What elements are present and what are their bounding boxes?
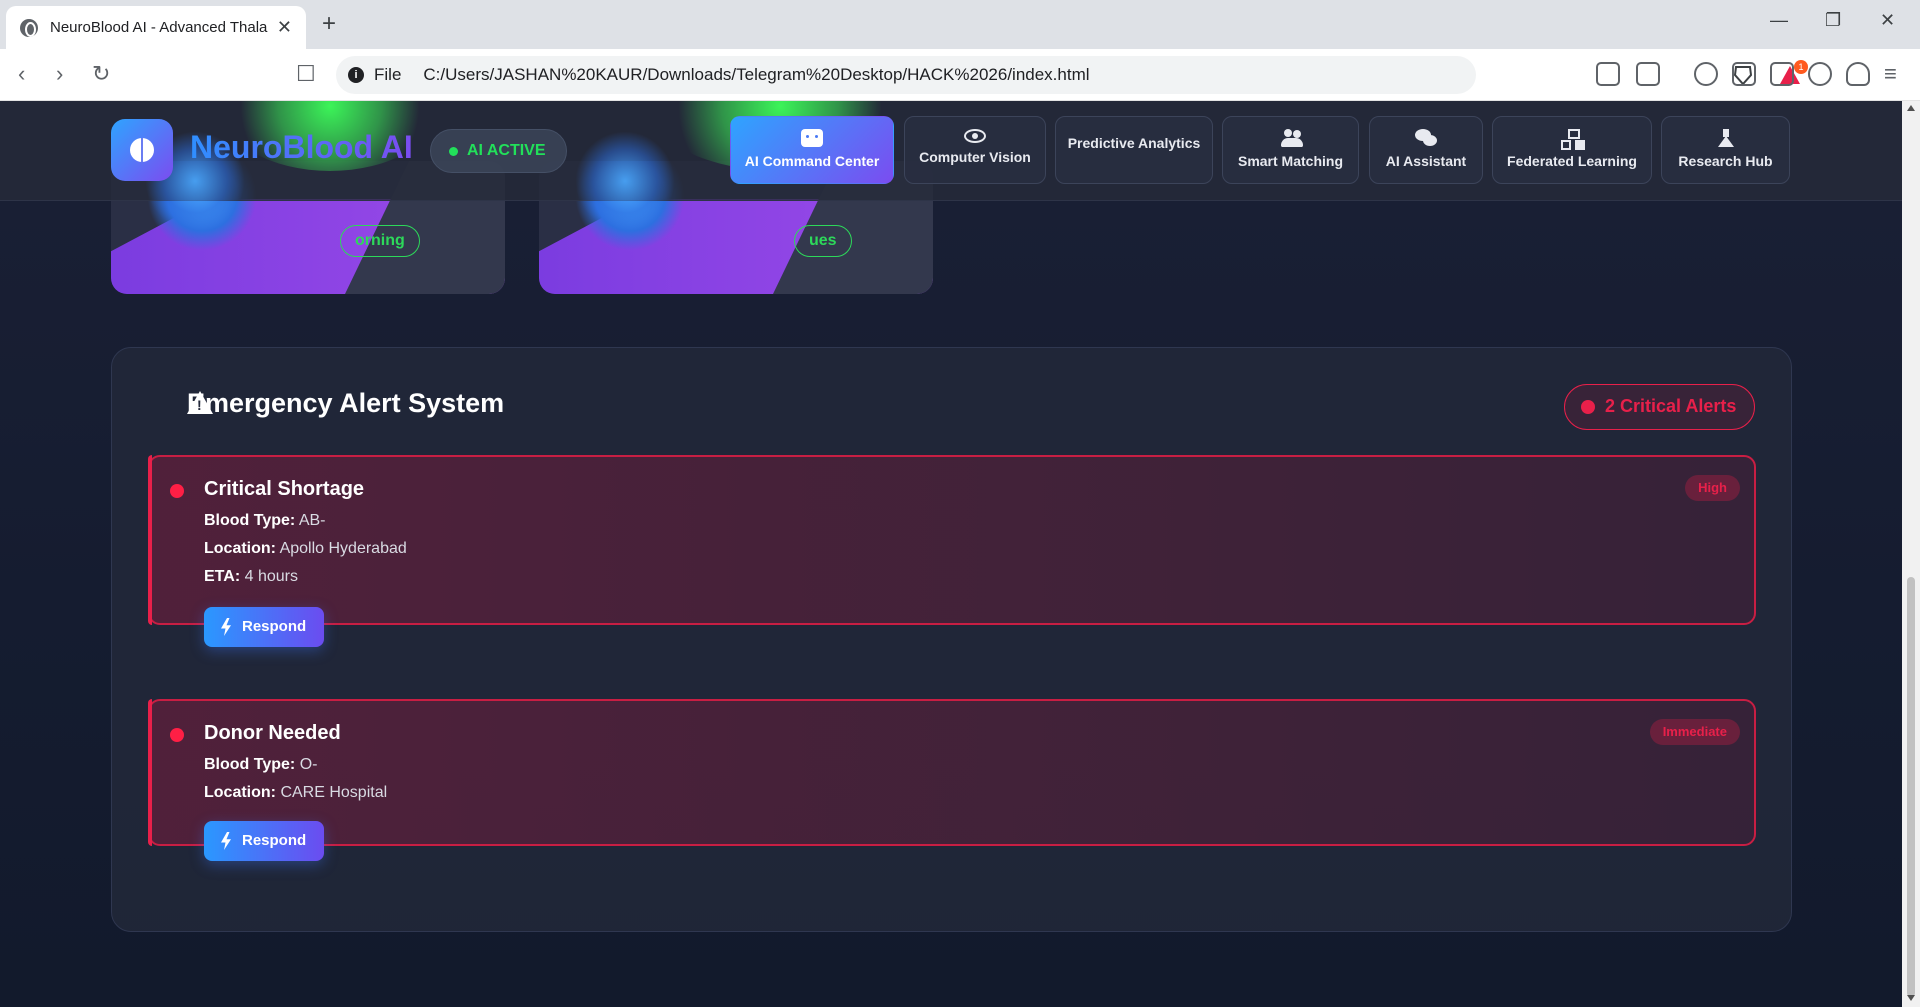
screenshot-icon[interactable]	[1636, 62, 1660, 86]
field-value: AB-	[298, 512, 326, 529]
card-pill: orning	[340, 225, 420, 257]
alert-dot	[1581, 400, 1595, 414]
media-icon[interactable]	[1694, 62, 1718, 86]
brain-logo-icon[interactable]	[111, 119, 173, 181]
respond-button[interactable]: Respond	[204, 607, 325, 647]
leo-ai-icon[interactable]	[1808, 62, 1832, 86]
field-label: Blood Type:	[204, 512, 296, 529]
chat-icon	[1415, 129, 1437, 147]
users-icon	[1280, 129, 1303, 147]
blue-orb	[575, 131, 675, 231]
nav-label: Computer Vision	[919, 149, 1031, 165]
field-label: Location:	[204, 540, 276, 557]
severity-badge: High	[1685, 475, 1740, 501]
minimize-icon[interactable]: —	[1770, 10, 1788, 31]
alert-eta: ETA: 4 hours	[204, 568, 298, 586]
nav-research-hub[interactable]: Research Hub	[1661, 116, 1790, 184]
browser-tab-bar: NeuroBlood AI - Advanced Thala ✕ + — ❐ ✕	[0, 0, 1920, 49]
panel-title-text: Emergency Alert System	[187, 388, 505, 418]
field-label: Location:	[204, 784, 276, 801]
field-value: Apollo Hyderabad	[279, 540, 407, 557]
nav-computer-vision[interactable]: Computer Vision	[904, 116, 1046, 184]
vpn-icon[interactable]	[1846, 62, 1870, 86]
page-scrollbar[interactable]	[1902, 101, 1920, 1007]
alert-title: Donor Needed	[204, 722, 341, 744]
scroll-down-icon[interactable]	[1907, 995, 1915, 1001]
nav-ai-assistant[interactable]: AI Assistant	[1369, 116, 1483, 184]
ai-status-badge: AI ACTIVE	[430, 129, 567, 173]
browser-toolbar: ‹ › ↻ ☐ i File C:/Users/JASHAN%20KAUR/Do…	[0, 49, 1920, 101]
new-tab-button[interactable]: +	[322, 10, 336, 38]
window-close-icon[interactable]: ✕	[1880, 10, 1895, 31]
field-value: O-	[299, 756, 318, 773]
warning-icon	[187, 391, 213, 414]
extensions-icon[interactable]	[1596, 62, 1620, 86]
nav-label: AI Command Center	[744, 153, 880, 169]
alert-blood-type: Blood Type: O-	[204, 756, 317, 774]
eye-icon	[964, 129, 986, 143]
alert-location: Location: Apollo Hyderabad	[204, 540, 407, 558]
back-icon[interactable]: ‹	[18, 61, 25, 87]
tab-title: NeuroBlood AI - Advanced Thala	[50, 19, 268, 36]
nav-predictive-analytics[interactable]: Predictive Analytics	[1055, 116, 1213, 184]
nav-label: Research Hub	[1678, 153, 1773, 169]
rewards-badge: 1	[1794, 60, 1808, 74]
critical-alerts-badge: 2 Critical Alerts	[1564, 384, 1756, 430]
wallet-icon[interactable]	[1770, 62, 1794, 86]
flask-icon	[1715, 129, 1737, 147]
nav-smart-matching[interactable]: Smart Matching	[1222, 116, 1359, 184]
scrollbar-thumb[interactable]	[1907, 577, 1915, 997]
browser-tab[interactable]: NeuroBlood AI - Advanced Thala ✕	[6, 6, 306, 49]
alert-blood-type: Blood Type: AB-	[204, 512, 325, 530]
forward-icon[interactable]: ›	[56, 61, 63, 87]
bookmark-icon[interactable]: ☐	[296, 61, 316, 87]
globe-icon	[20, 18, 38, 37]
address-scheme: File	[374, 65, 402, 84]
brand-name[interactable]: NeuroBlood AI	[190, 129, 413, 166]
field-value: CARE Hospital	[280, 784, 388, 801]
alert-location: Location: CARE Hospital	[204, 784, 387, 802]
field-value: 4 hours	[244, 568, 298, 585]
panel-title: Emergency Alert System	[147, 388, 504, 419]
field-label: ETA:	[204, 568, 241, 585]
reload-icon[interactable]: ↻	[92, 61, 110, 87]
field-label: Blood Type:	[204, 756, 296, 773]
robot-icon	[801, 129, 823, 147]
respond-label: Respond	[242, 832, 307, 849]
sidebar-icon[interactable]	[1732, 62, 1756, 86]
address-url[interactable]: C:/Users/JASHAN%20KAUR/Downloads/Telegra…	[423, 65, 1089, 85]
emergency-alert-panel: Emergency Alert System 2 Critical Alerts…	[111, 347, 1792, 932]
close-tab-icon[interactable]: ✕	[277, 17, 292, 38]
nav-federated-learning[interactable]: Federated Learning	[1492, 116, 1652, 184]
critical-alerts-label: 2 Critical Alerts	[1605, 396, 1737, 416]
ai-status-label: AI ACTIVE	[467, 142, 546, 159]
status-dot	[449, 147, 458, 156]
nav-label: Predictive Analytics	[1067, 135, 1201, 151]
alert-title: Critical Shortage	[204, 478, 365, 500]
menu-icon[interactable]: ≡	[1884, 61, 1897, 87]
nav-ai-command-center[interactable]: AI Command Center	[730, 116, 894, 184]
severity-badge: Immediate	[1649, 719, 1740, 745]
alert-card: Donor Needed Immediate Blood Type: O- Lo…	[148, 699, 1756, 861]
alert-card: Critical Shortage High Blood Type: AB- L…	[148, 455, 1756, 647]
bolt-icon	[221, 832, 231, 850]
alert-dot	[170, 484, 184, 498]
restore-icon[interactable]: ❐	[1825, 10, 1841, 31]
network-icon	[1561, 129, 1583, 150]
bolt-icon	[221, 618, 231, 636]
info-icon[interactable]: i	[348, 67, 364, 83]
respond-label: Respond	[242, 618, 307, 635]
alert-dot	[170, 728, 184, 742]
nav-label: AI Assistant	[1385, 153, 1467, 169]
respond-button[interactable]: Respond	[204, 821, 325, 861]
page-content: orning ues NeuroBlood AI AI ACTIVE AI Co…	[0, 101, 1902, 1007]
address-bar[interactable]: i File C:/Users/JASHAN%20KAUR/Downloads/…	[336, 56, 1808, 94]
scroll-up-icon[interactable]	[1907, 105, 1915, 111]
nav-label: Federated Learning	[1507, 153, 1637, 169]
nav-label: Smart Matching	[1237, 153, 1343, 169]
app-header: NeuroBlood AI AI ACTIVE AI Command Cente…	[0, 101, 1902, 231]
card-pill: ues	[794, 225, 852, 257]
